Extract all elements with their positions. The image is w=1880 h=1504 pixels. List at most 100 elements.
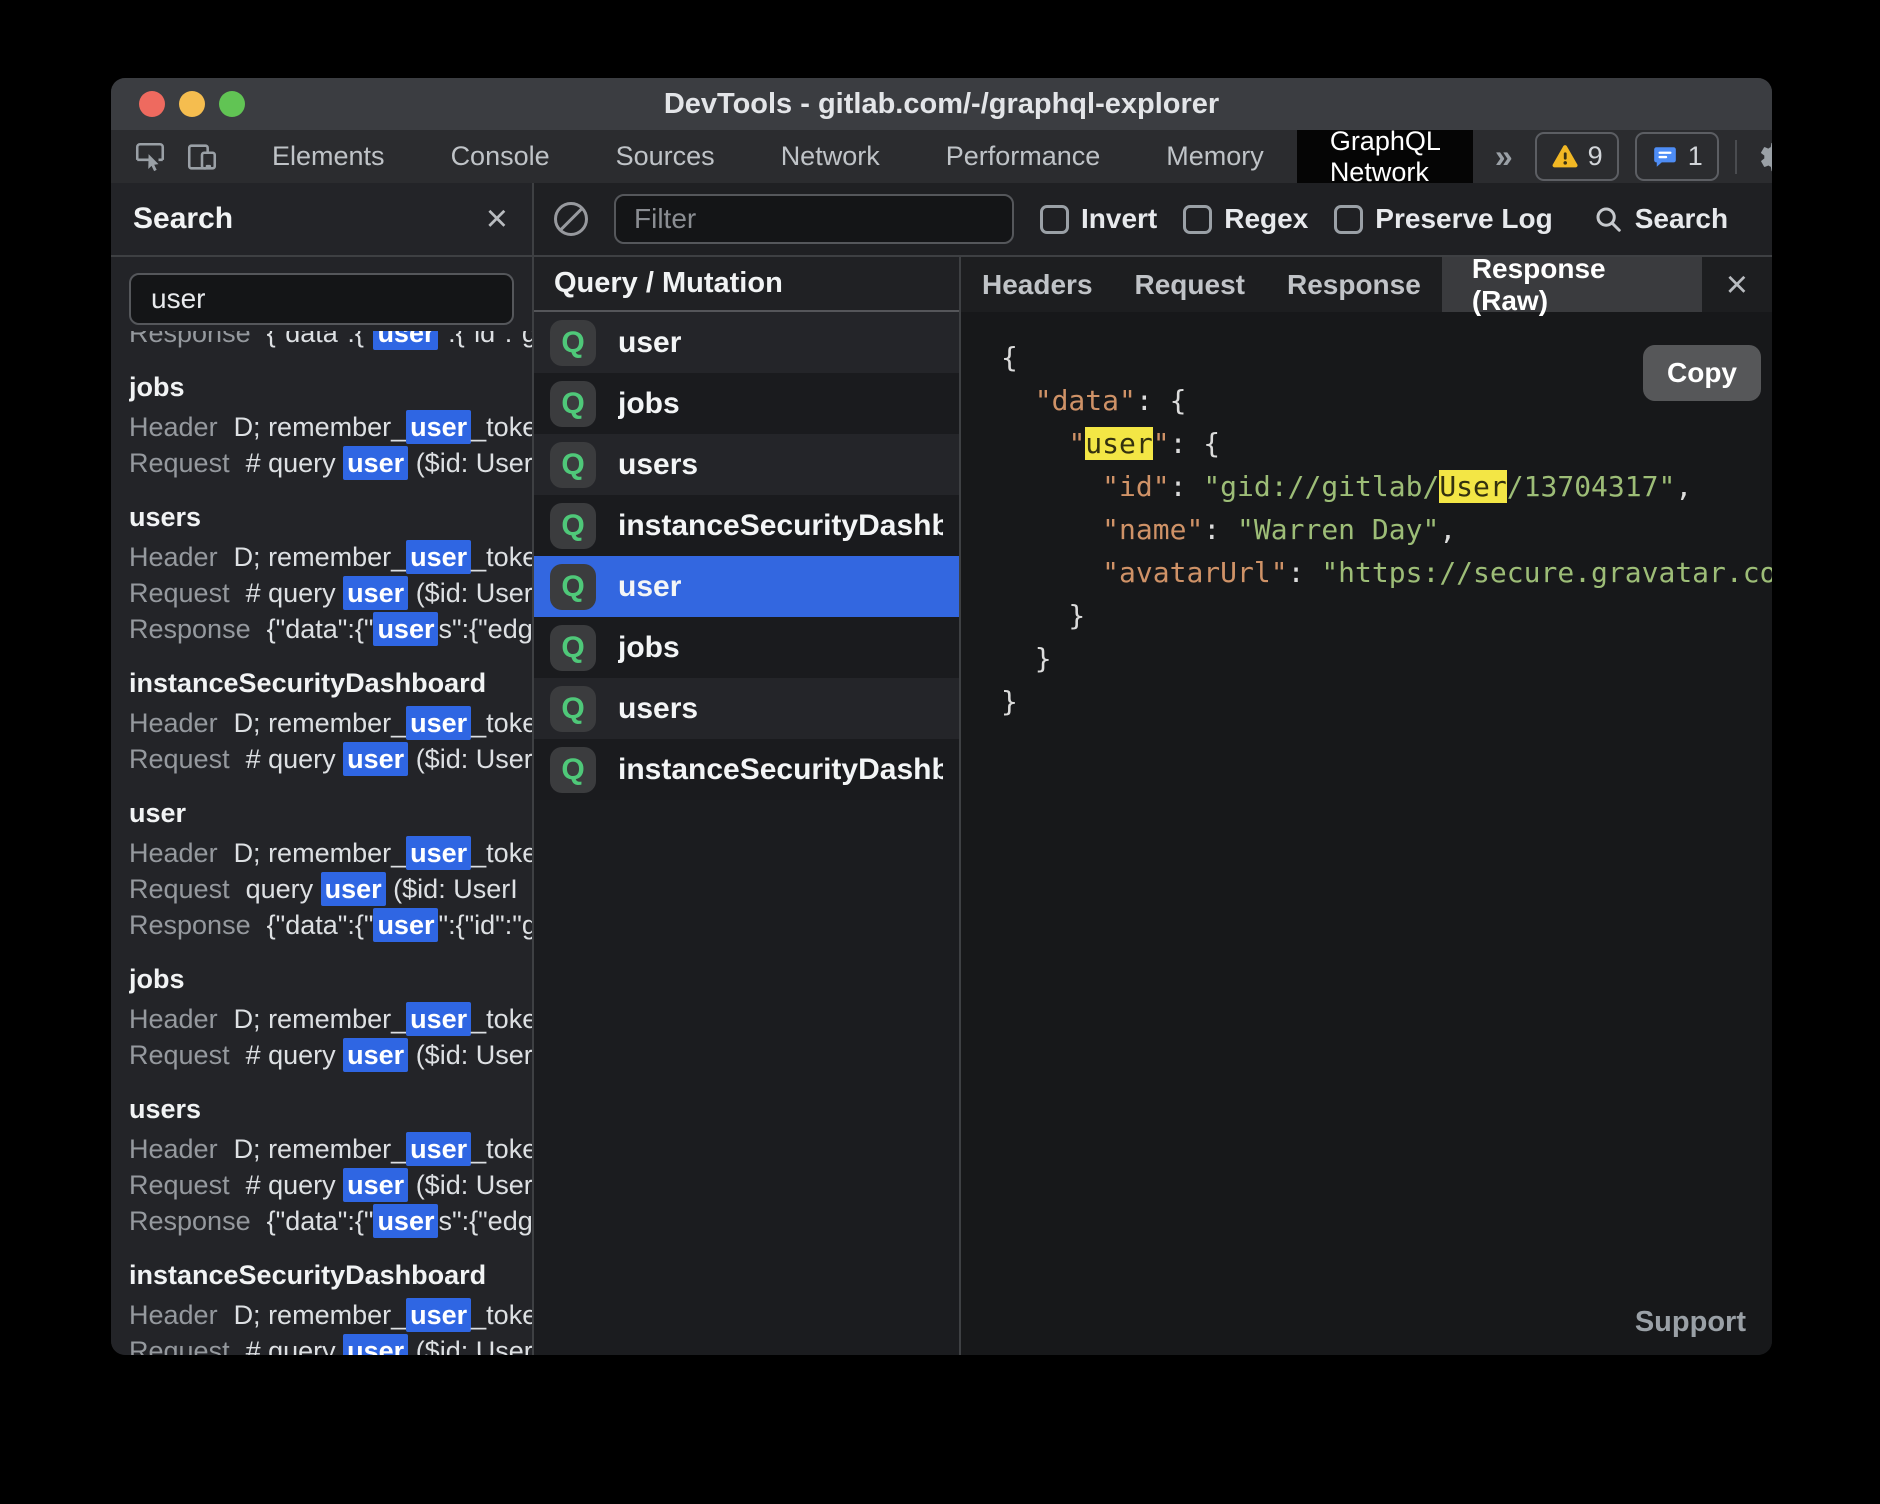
devtools-tab-elements[interactable]: Elements [239, 130, 418, 183]
copy-button[interactable]: Copy [1643, 345, 1761, 401]
devtools-tab-network[interactable]: Network [748, 130, 913, 183]
search-result-group-title: instanceSecurityDashboard [129, 661, 532, 705]
search-result-row[interactable]: HeaderD; remember_user_token=e [129, 705, 532, 741]
query-list-item[interactable]: Qjobs [534, 617, 959, 678]
json-token: " [1068, 427, 1085, 460]
devtools-tab-console[interactable]: Console [418, 130, 583, 183]
search-result-text: s":{"edges [438, 614, 532, 644]
device-toolbar-icon[interactable] [185, 140, 219, 174]
search-result-field-label: Request [129, 1336, 230, 1355]
search-result-text: {"data":{" [267, 1206, 374, 1236]
query-item-label: instanceSecurityDashboard [618, 753, 943, 787]
devtools-tab-performance[interactable]: Performance [913, 130, 1134, 183]
search-result-text: ($id: UserI [386, 874, 518, 904]
search-match-highlight: user [343, 576, 408, 610]
query-item-label: jobs [618, 631, 680, 665]
search-result-text: # query [246, 1170, 344, 1200]
query-list-item[interactable]: Qjobs [534, 373, 959, 434]
search-result-row[interactable]: Response{"data":{"user":{"id":"gid [129, 907, 532, 943]
search-result-text: # query [246, 744, 344, 774]
search-result-text: _token=e [471, 1134, 532, 1164]
devtools-tab-sources[interactable]: Sources [583, 130, 748, 183]
json-token: "https://secure.gravatar.com/avatar [1321, 556, 1772, 589]
response-tab-response-raw-[interactable]: Response (Raw) [1442, 257, 1702, 312]
search-result-row[interactable]: HeaderD; remember_user_token=e [129, 1131, 532, 1167]
json-token: , [1439, 513, 1456, 546]
json-token [1001, 384, 1035, 417]
response-close-icon[interactable]: × [1726, 266, 1748, 304]
devtools-tab-graphql-network[interactable]: GraphQL Network [1297, 130, 1473, 183]
query-mutation-panel: Query / Mutation QuserQjobsQusersQinstan… [534, 257, 961, 1355]
query-type-icon: Q [550, 747, 596, 793]
search-close-icon[interactable]: × [486, 200, 508, 238]
settings-gear-icon[interactable] [1753, 135, 1772, 179]
more-tabs-icon[interactable]: » [1473, 130, 1535, 183]
search-result-row[interactable]: HeaderD; remember_user_token=e [129, 539, 532, 575]
search-result-text: D; remember_ [234, 1134, 407, 1164]
query-list-item[interactable]: Qusers [534, 434, 959, 495]
search-result-row[interactable]: Request# query user ($id: UserI [129, 575, 532, 611]
issues-badge[interactable]: 1 [1635, 132, 1719, 181]
preserve-log-checkbox[interactable] [1334, 205, 1363, 234]
invert-checkbox[interactable] [1040, 205, 1069, 234]
search-result-group-title: users [129, 495, 532, 539]
search-result-text: _token=e [471, 1300, 532, 1330]
search-result-group-title: user [129, 791, 532, 835]
search-result-row[interactable]: Response{"data":{"user":{"id":"gi [129, 331, 532, 351]
search-result-text: {"data":{" [267, 910, 374, 940]
search-result-field-label: Header [129, 708, 218, 738]
search-result-row[interactable]: HeaderD; remember_user_token=e [129, 835, 532, 871]
toolbar-divider [1735, 140, 1737, 174]
network-search-button[interactable]: Search [1593, 203, 1728, 235]
query-list-item-selected[interactable]: Quser [534, 556, 959, 617]
json-token: : { [1170, 427, 1221, 460]
search-panel-title: Search [133, 202, 233, 236]
query-list-item[interactable]: QinstanceSecurityDashboard [534, 739, 959, 800]
json-line: } [1001, 594, 1772, 637]
response-tab-request[interactable]: Request [1114, 257, 1266, 312]
json-token: } [1001, 685, 1018, 718]
clear-requests-icon[interactable] [554, 202, 588, 236]
search-result-row[interactable]: HeaderD; remember_user_token=e [129, 409, 532, 445]
query-list-item[interactable]: Quser [534, 312, 959, 373]
query-type-icon: Q [550, 442, 596, 488]
search-result-text: {"data":{" [267, 331, 374, 348]
search-result-row[interactable]: Request# query user ($id: UserI [129, 1167, 532, 1203]
warnings-badge[interactable]: 9 [1535, 132, 1619, 181]
invert-checkbox-group[interactable]: Invert [1040, 203, 1157, 235]
search-result-text: D; remember_ [234, 412, 407, 442]
response-tab-response[interactable]: Response [1266, 257, 1442, 312]
query-list-item[interactable]: QinstanceSecurityDashboard [534, 495, 959, 556]
json-token: "data" [1035, 384, 1136, 417]
query-type-icon: Q [550, 381, 596, 427]
response-tab-headers[interactable]: Headers [961, 257, 1114, 312]
search-match-highlight: user [406, 1132, 471, 1166]
preserve-log-checkbox-group[interactable]: Preserve Log [1334, 203, 1552, 235]
regex-checkbox-group[interactable]: Regex [1183, 203, 1308, 235]
regex-checkbox[interactable] [1183, 205, 1212, 234]
search-result-row[interactable]: Response{"data":{"users":{"edges [129, 1203, 532, 1239]
search-tool-label: Search [1635, 203, 1728, 235]
query-list-item[interactable]: Qusers [534, 678, 959, 739]
search-result-field-label: Header [129, 1004, 218, 1034]
warnings-count: 9 [1588, 141, 1603, 172]
search-result-row[interactable]: Response{"data":{"users":{"edges [129, 611, 532, 647]
search-match-highlight: user [321, 872, 386, 906]
search-result-row[interactable]: Request# query user ($id: UserI [129, 1037, 532, 1073]
search-icon [1593, 204, 1623, 234]
devtools-tab-memory[interactable]: Memory [1133, 130, 1297, 183]
inspect-element-icon[interactable] [133, 140, 167, 174]
search-result-row[interactable]: Request# query user ($id: UserI [129, 445, 532, 481]
search-result-text: D; remember_ [234, 542, 407, 572]
search-input[interactable] [129, 273, 514, 325]
search-result-row[interactable]: Request# query user ($id: UserI [129, 1333, 532, 1355]
search-result-row[interactable]: HeaderD; remember_user_token=e [129, 1297, 532, 1333]
json-token [1001, 513, 1102, 546]
support-link[interactable]: Support [1635, 1306, 1746, 1339]
search-result-row[interactable]: HeaderD; remember_user_token=e [129, 1001, 532, 1037]
search-result-field-label: Request [129, 874, 230, 904]
filter-input[interactable] [614, 194, 1014, 244]
search-result-row[interactable]: Requestquery user ($id: UserI [129, 871, 532, 907]
search-result-row[interactable]: Request# query user ($id: UserI [129, 741, 532, 777]
query-type-icon: Q [550, 625, 596, 671]
